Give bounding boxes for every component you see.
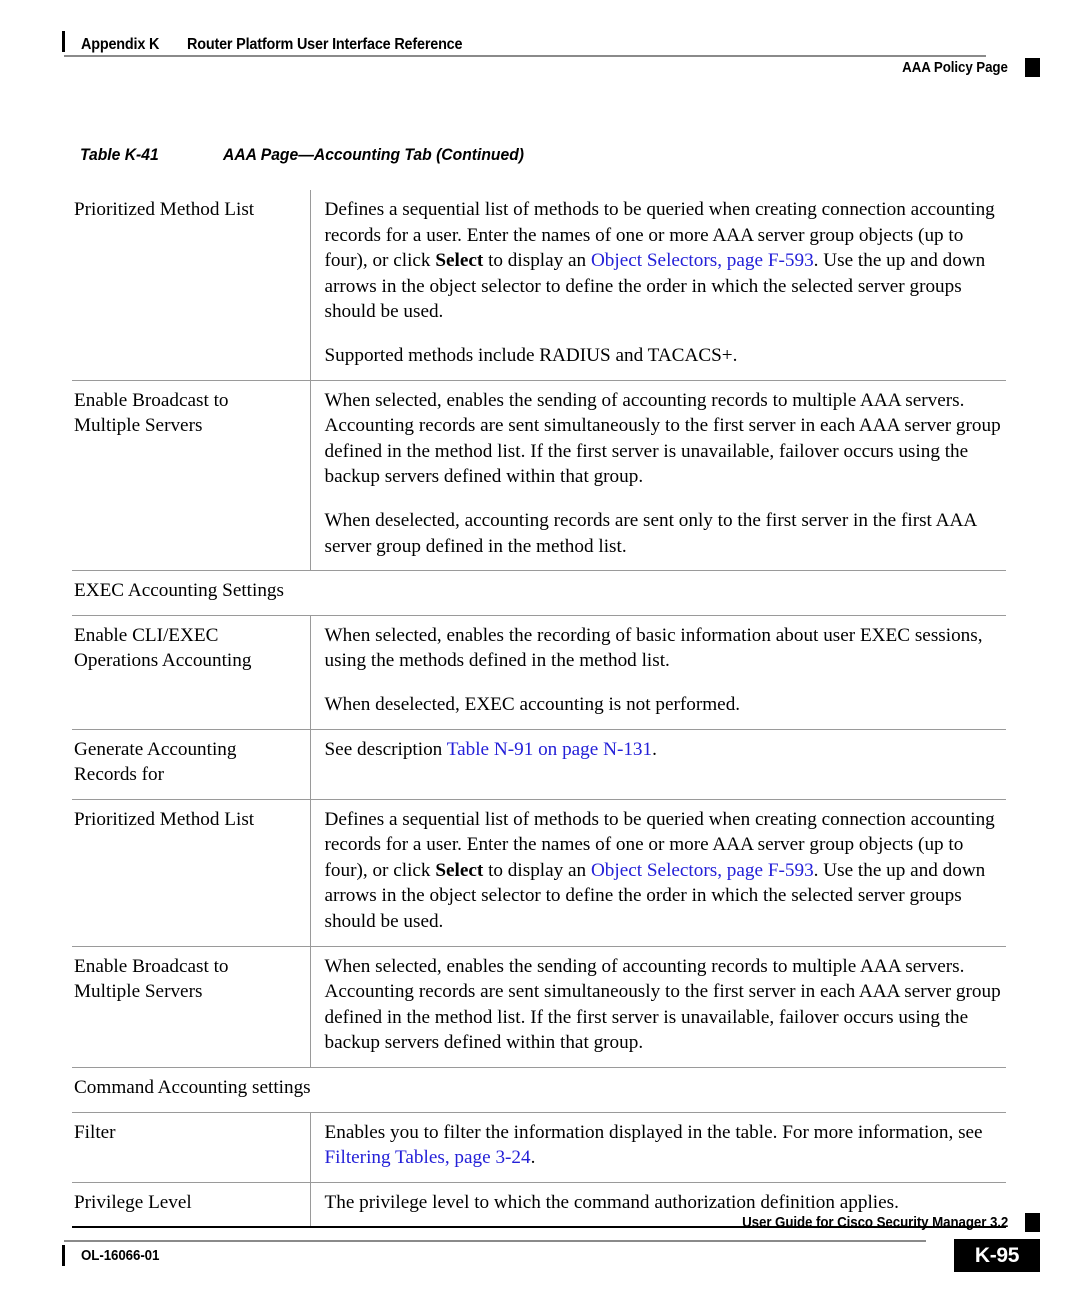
text-run: . — [652, 738, 657, 760]
row-label: Prioritized Method List — [74, 199, 255, 220]
header-appendix-label: Appendix K — [81, 36, 160, 53]
footer-square-marker — [1025, 1213, 1040, 1232]
text-run: See description — [324, 738, 447, 760]
table-caption-title: AAA Page—Accounting Tab (Continued) — [222, 146, 524, 164]
footer-guide-title: User Guide for Cisco Security Manager 3.… — [741, 1214, 1008, 1231]
header-square-marker — [1025, 58, 1040, 77]
footer-page-number-badge: K-95 — [954, 1239, 1040, 1272]
description-paragraph: Enables you to filter the information di… — [325, 1120, 1003, 1171]
cross-reference-link[interactable]: Object Selectors, page F-593 — [591, 250, 814, 271]
text-run: Enables you to filter the information di… — [324, 1121, 983, 1143]
text-run: When selected, enables the sending of ac… — [324, 389, 1001, 488]
cross-reference-link[interactable]: Filtering Tables, page 3-24 — [325, 1147, 531, 1168]
table-row: Filter Enables you to filter the informat… — [72, 1111, 1006, 1183]
footer-rule — [64, 1240, 926, 1242]
text-run: to display an — [483, 859, 591, 881]
description-paragraph: When selected, enables the sending of ac… — [325, 954, 1003, 1056]
header-left-group: Appendix K Router Platform User Interfac… — [62, 28, 1018, 54]
table-section-row: Command Accounting settings — [72, 1067, 1006, 1113]
table-caption-number: Table K-41 — [80, 146, 159, 164]
description-paragraph: When deselected, accounting records are … — [325, 508, 1003, 559]
row-description: Defines a sequential list of methods to … — [309, 190, 1006, 381]
row-description: When selected, enables the sending of ac… — [309, 379, 1006, 571]
description-paragraph: The privilege level to which the command… — [325, 1190, 1003, 1216]
text-run: The privilege level to which the command… — [324, 1191, 899, 1213]
header-right-group: AAA Policy Page — [893, 58, 1040, 77]
header-chapter-title: Router Platform User Interface Reference — [187, 36, 463, 53]
row-label: Enable CLI/EXEC Operations Accounting — [72, 614, 310, 729]
description-paragraph: Supported methods include RADIUS and TAC… — [325, 343, 1003, 369]
description-paragraph: When selected, enables the sending of ac… — [325, 388, 1003, 490]
cross-reference-link[interactable]: Table N-91 on page N-131 — [447, 739, 652, 760]
header-rule — [64, 55, 986, 57]
page-footer: User Guide for Cisco Security Manager 3.… — [0, 1213, 1080, 1275]
row-description: When selected, enables the recording of … — [309, 614, 1006, 729]
table-section-row: EXEC Accounting Settings — [72, 570, 1006, 616]
footer-tick-marker — [62, 1245, 65, 1266]
description-paragraph: Defines a sequential list of methods to … — [325, 807, 1003, 935]
text-run: When selected, enables the sending of ac… — [324, 955, 1001, 1054]
description-paragraph: See description Table N-91 on page N-131… — [325, 737, 1003, 763]
table-row: Prioritized Method List Defines a sequent… — [72, 190, 1006, 381]
footer-right-group: User Guide for Cisco Security Manager 3.… — [719, 1213, 1040, 1232]
page-header: Appendix K Router Platform User Interfac… — [0, 28, 1080, 86]
text-run: Supported methods include RADIUS and TAC… — [324, 344, 738, 366]
row-label: Enable Broadcast to Multiple Servers — [72, 945, 310, 1068]
text-run: When deselected, accounting records are … — [324, 509, 977, 557]
description-paragraph: When selected, enables the recording of … — [325, 623, 1003, 674]
row-label: Prioritized Method List — [72, 798, 310, 947]
row-description: See description Table N-91 on page N-131… — [309, 728, 1006, 800]
row-label: Enable Broadcast to Multiple Servers — [72, 379, 310, 571]
text-run: . — [530, 1147, 536, 1169]
header-section-title: AAA Policy Page — [902, 59, 1008, 76]
table-body: Prioritized Method List Defines a sequent… — [72, 190, 1006, 1229]
table-row: Prioritized Method List Defines a sequent… — [72, 798, 1006, 947]
table-row: Enable Broadcast to Multiple Servers When… — [72, 945, 1006, 1068]
section-heading: EXEC Accounting Settings — [72, 570, 1006, 616]
row-description: When selected, enables the sending of ac… — [309, 945, 1006, 1068]
text-run: When deselected, EXEC accounting is not … — [324, 693, 741, 715]
ui-control-name: Select — [435, 859, 484, 881]
footer-document-id: OL-16066-01 — [81, 1247, 160, 1264]
table-row: Generate Accounting Records for See descr… — [72, 728, 1006, 800]
section-heading: Command Accounting settings — [72, 1067, 1006, 1113]
table-row: Enable Broadcast to Multiple Servers When… — [72, 379, 1006, 571]
aaa-accounting-table: Prioritized Method List Defines a sequent… — [72, 190, 1006, 1229]
footer-left-group: OL-16066-01 — [62, 1245, 166, 1266]
row-label: Generate Accounting Records for — [72, 728, 310, 800]
text-run: to display an — [483, 250, 591, 272]
table-row: Enable CLI/EXEC Operations Accounting Whe… — [72, 614, 1006, 729]
ui-control-name: Select — [435, 250, 484, 272]
row-description: Enables you to filter the information di… — [309, 1111, 1006, 1183]
row-description: Defines a sequential list of methods to … — [309, 798, 1006, 947]
header-tick-marker — [62, 31, 65, 52]
row-label: Filter — [72, 1111, 310, 1183]
description-paragraph: When deselected, EXEC accounting is not … — [325, 692, 1003, 718]
table-caption: Table K-41 AAA Page—Accounting Tab (Cont… — [80, 146, 540, 165]
description-paragraph: Defines a sequential list of methods to … — [325, 197, 1003, 325]
text-run: When selected, enables the recording of … — [324, 624, 983, 672]
cross-reference-link[interactable]: Object Selectors, page F-593 — [591, 860, 814, 881]
